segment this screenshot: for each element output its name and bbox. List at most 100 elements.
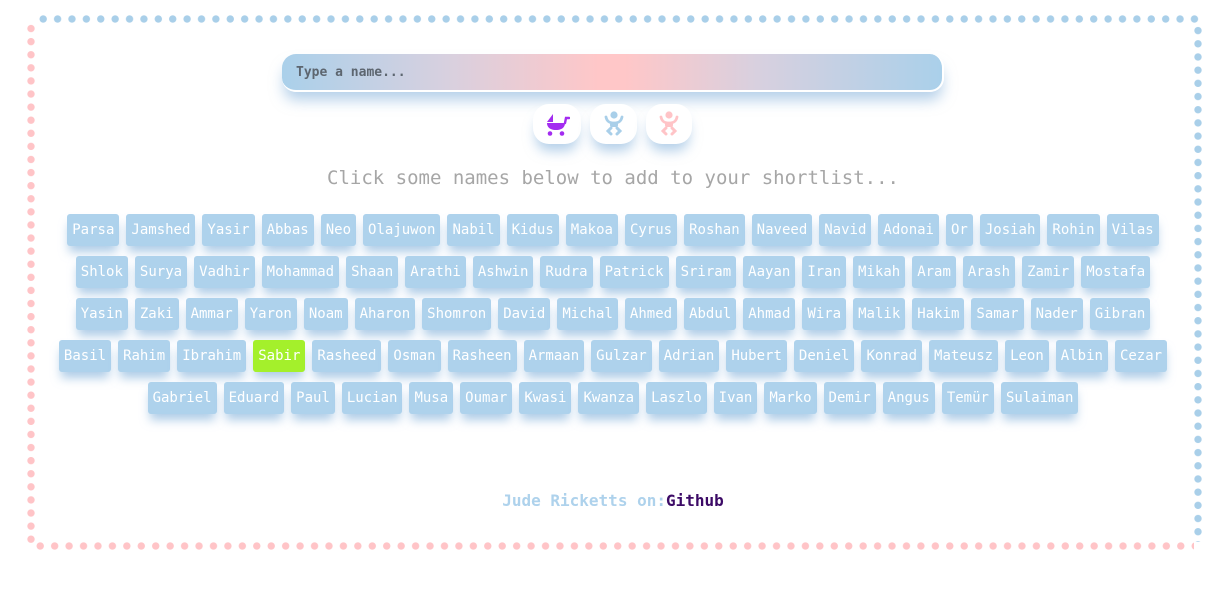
name-chip[interactable]: Sabir — [253, 340, 306, 372]
name-chip[interactable]: Abbas — [261, 214, 314, 246]
name-chip[interactable]: Shomron — [422, 298, 492, 330]
name-chip[interactable]: Marko — [764, 382, 817, 414]
name-chip[interactable]: Ivan — [713, 382, 758, 414]
name-chip[interactable]: Ammar — [185, 298, 238, 330]
name-chip[interactable]: Mateusz — [929, 340, 999, 372]
name-chip[interactable]: Eduard — [223, 382, 285, 414]
name-chip[interactable]: Yaron — [244, 298, 297, 330]
name-chip[interactable]: Angus — [882, 382, 935, 414]
name-chip[interactable]: Jamshed — [126, 214, 196, 246]
name-chip[interactable]: Vilas — [1106, 214, 1159, 246]
name-chip[interactable]: Temür — [941, 382, 994, 414]
name-chip[interactable]: Gabriel — [147, 382, 217, 414]
shortlist-hint: Click some names below to add to your sh… — [327, 167, 899, 189]
name-chip[interactable]: Rudra — [540, 256, 593, 288]
name-chip[interactable]: Laszlo — [646, 382, 707, 414]
name-chip[interactable]: Vadhir — [194, 256, 255, 288]
name-chip[interactable]: Iran — [802, 256, 847, 288]
name-chip[interactable]: Deniel — [793, 340, 855, 372]
name-list: Parsa Jamshed Yasir Abbas Neo Olajuwon Nabil Ki… — [52, 214, 1174, 414]
name-chip[interactable]: Gulzar — [591, 340, 652, 372]
name-chip[interactable]: Ahmed — [624, 298, 678, 330]
name-chip[interactable]: Demir — [823, 382, 876, 414]
name-chip[interactable]: Ibrahim — [177, 340, 247, 372]
name-chip[interactable]: Sulaiman — [1000, 382, 1079, 414]
name-chip[interactable]: Mostafa — [1081, 256, 1151, 288]
name-chip[interactable]: Shaan — [346, 256, 399, 288]
name-chip[interactable]: Josiah — [979, 214, 1041, 246]
name-chip[interactable]: Paul — [291, 382, 335, 414]
name-chip[interactable]: Ahmad — [743, 298, 796, 330]
name-chip[interactable]: Rohin — [1047, 214, 1100, 246]
github-link[interactable]: Github — [666, 491, 724, 510]
name-search-input[interactable] — [282, 54, 944, 92]
name-chip[interactable]: Armaan — [523, 340, 585, 372]
name-chip[interactable]: Osman — [388, 340, 441, 372]
filter-all-button[interactable] — [533, 104, 581, 144]
name-chip[interactable]: Gibran — [1089, 298, 1151, 330]
name-chip[interactable]: Zamir — [1022, 256, 1075, 288]
name-chip[interactable]: Nader — [1030, 298, 1083, 330]
name-chip[interactable]: Nabil — [447, 214, 500, 246]
footer-author: Jude Ricketts on: — [502, 491, 666, 510]
name-chip[interactable]: Rasheed — [312, 340, 382, 372]
name-chip[interactable]: Konrad — [861, 340, 923, 372]
name-chip[interactable]: Ashwin — [472, 256, 534, 288]
name-chip[interactable]: Kwanza — [578, 382, 640, 414]
name-chip[interactable]: Olajuwon — [363, 214, 441, 246]
name-chip[interactable]: Surya — [134, 256, 188, 288]
name-chip[interactable]: Adonai — [878, 214, 939, 246]
name-chip[interactable]: Arash — [962, 256, 1016, 288]
name-chip[interactable]: Kidus — [506, 214, 559, 246]
name-chip[interactable]: Adrian — [658, 340, 720, 372]
name-chip[interactable]: Cezar — [1114, 340, 1168, 372]
stroller-icon — [544, 112, 570, 136]
filter-boy-button[interactable] — [590, 104, 637, 144]
name-chip[interactable]: Hubert — [726, 340, 787, 372]
name-chip[interactable]: Michal — [557, 298, 618, 330]
name-chip[interactable]: Zaki — [134, 298, 179, 330]
name-chip[interactable]: Oumar — [460, 382, 513, 414]
name-chip[interactable]: Mohammad — [261, 256, 340, 288]
baby-boy-icon — [604, 111, 624, 137]
name-chip[interactable]: Rasheen — [447, 340, 517, 372]
name-chip[interactable]: Aharon — [354, 298, 416, 330]
name-chip[interactable]: Or — [945, 214, 973, 246]
name-chip[interactable]: Samar — [971, 298, 1024, 330]
dotted-border-right — [1194, 24, 1202, 542]
gender-filter-group — [533, 104, 692, 144]
name-chip[interactable]: Noam — [303, 298, 348, 330]
dotted-border-bottom — [33, 542, 1194, 550]
footer: Jude Ricketts on:Github — [0, 491, 1226, 510]
name-chip[interactable]: Albin — [1055, 340, 1108, 372]
name-chip[interactable]: Neo — [320, 214, 357, 246]
name-chip[interactable]: Sriram — [675, 256, 737, 288]
name-chip[interactable]: Cyrus — [624, 214, 678, 246]
name-chip[interactable]: Navid — [819, 214, 872, 246]
name-chip[interactable]: Abdul — [684, 298, 737, 330]
name-chip[interactable]: Aram — [912, 256, 956, 288]
name-chip[interactable]: David — [498, 298, 551, 330]
name-chip[interactable]: Rahim — [118, 340, 171, 372]
name-chip[interactable]: Aayan — [743, 256, 796, 288]
baby-girl-icon — [659, 111, 679, 137]
name-chip[interactable]: Shlok — [75, 256, 128, 288]
name-chip[interactable]: Malik — [853, 298, 906, 330]
name-chip[interactable]: Yasir — [202, 214, 255, 246]
name-chip[interactable]: Naveed — [751, 214, 813, 246]
name-chip[interactable]: Arathi — [405, 256, 466, 288]
name-chip[interactable]: Makoa — [565, 214, 618, 246]
name-chip[interactable]: Mikah — [853, 256, 906, 288]
name-chip[interactable]: Patrick — [599, 256, 669, 288]
name-chip[interactable]: Musa — [409, 382, 454, 414]
name-chip[interactable]: Leon — [1005, 340, 1049, 372]
name-chip[interactable]: Wira — [802, 298, 847, 330]
name-chip[interactable]: Basil — [58, 340, 112, 372]
name-chip[interactable]: Hakim — [912, 298, 965, 330]
name-chip[interactable]: Roshan — [684, 214, 745, 246]
name-chip[interactable]: Kwasi — [519, 382, 572, 414]
filter-girl-button[interactable] — [646, 104, 692, 144]
name-chip[interactable]: Lucian — [341, 382, 403, 414]
name-chip[interactable]: Parsa — [67, 214, 120, 246]
name-chip[interactable]: Yasin — [75, 298, 128, 330]
